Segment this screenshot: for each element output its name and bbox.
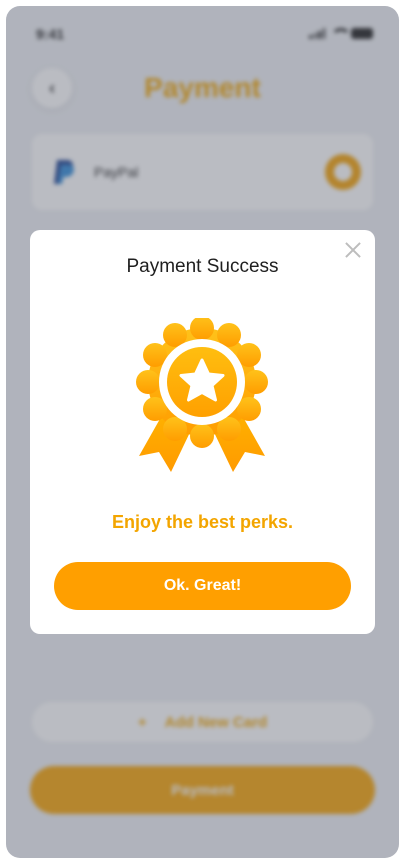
- success-message: Enjoy the best perks.: [111, 512, 294, 532]
- modal-title: Payment Success: [126, 256, 279, 277]
- payment-success-modal: Payment Success Enjoy the best perks. Ok…: [30, 230, 375, 634]
- phone-screen: 9:41 ‹ Payment PayPal + Add New Card Pay…: [6, 6, 399, 858]
- ok-great-button[interactable]: Ok. Great!: [54, 562, 351, 610]
- award-ribbon-star-icon: [136, 318, 268, 472]
